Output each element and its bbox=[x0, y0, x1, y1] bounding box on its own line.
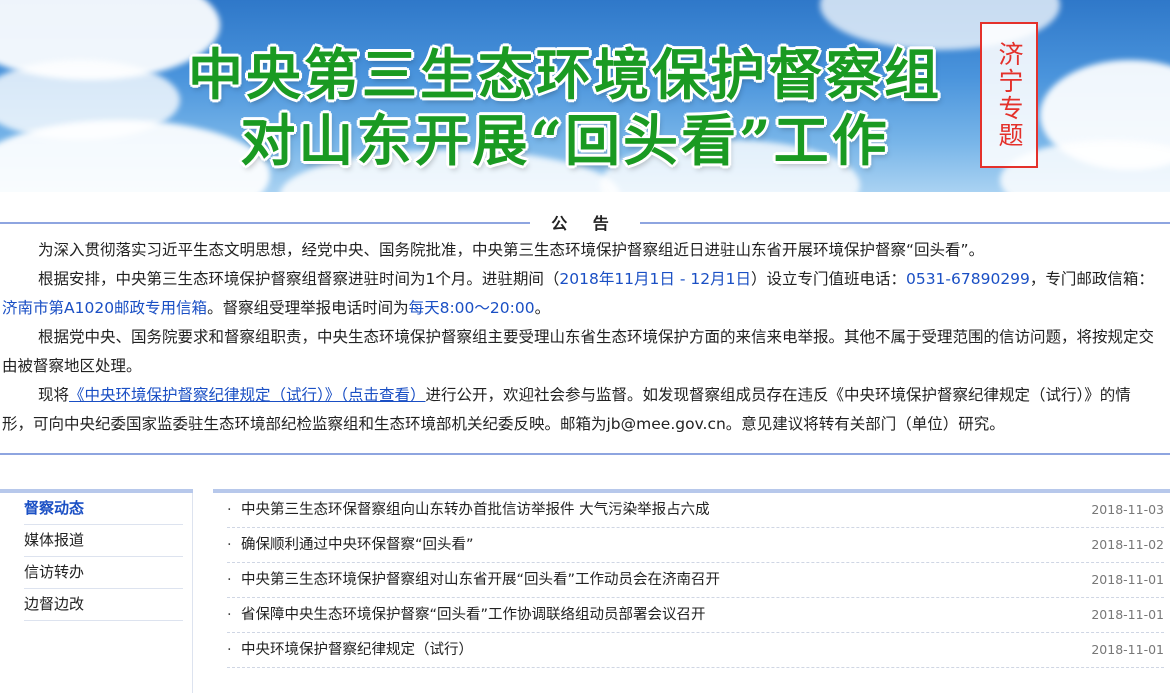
news-date: 2018-11-01 bbox=[1091, 642, 1164, 657]
news-date: 2018-11-01 bbox=[1091, 607, 1164, 622]
news-title[interactable]: 中央环境保护督察纪律规定（试行） bbox=[241, 642, 473, 658]
news-date: 2018-11-01 bbox=[1091, 572, 1164, 587]
notice-text: ，专门邮政信箱： bbox=[1029, 270, 1154, 288]
sidebar-border bbox=[192, 493, 193, 693]
notice-text: 。督察组受理举报电话时间为 bbox=[207, 299, 409, 317]
notice-text: 。 bbox=[534, 299, 551, 317]
news-list: · 中央第三生态环保督察组向山东转办首批信访举报件 大气污染举报占六成 2018-… bbox=[213, 489, 1170, 668]
news-item[interactable]: · 中央第三生态环保督察组向山东转办首批信访举报件 大气污染举报占六成 2018-… bbox=[227, 493, 1164, 528]
notice-text: ）设立专门值班电话： bbox=[750, 270, 906, 288]
notice-paragraph-4: 现将《中央环境保护督察纪律规定（试行）》（点击查看）进行公开，欢迎社会参与监督。… bbox=[2, 381, 1158, 439]
notice-paragraph-2: 根据安排，中央第三生态环境保护督察组督察进驻时间为1个月。进驻期间（2018年1… bbox=[2, 265, 1158, 323]
news-item[interactable]: · 省保障中央生态环境保护督察“回头看”工作协调联络组动员部署会议召开 2018-… bbox=[227, 598, 1164, 633]
sidebar-item-media-reports[interactable]: 媒体报道 bbox=[24, 525, 183, 557]
header-banner: 中央第三生态环境保护督察组 对山东开展“回头看”工作 济宁专题 bbox=[0, 0, 1170, 192]
sidebar-item-inspection-news[interactable]: 督察动态 bbox=[24, 493, 183, 525]
bullet-icon: · bbox=[227, 572, 232, 588]
notice-paragraph-3: 根据党中央、国务院要求和督察组职责，中央生态环境保护督察组主要受理山东省生态环境… bbox=[2, 328, 1155, 375]
bullet-icon: · bbox=[227, 607, 232, 623]
bullet-icon: · bbox=[227, 642, 232, 658]
news-date: 2018-11-03 bbox=[1091, 502, 1164, 517]
bullet-icon: · bbox=[227, 502, 232, 518]
divider bbox=[0, 453, 1170, 455]
news-item[interactable]: · 中央环境保护督察纪律规定（试行） 2018-11-01 bbox=[227, 633, 1164, 668]
news-title[interactable]: 中央第三生态环保督察组向山东转办首批信访举报件 大气污染举报占六成 bbox=[241, 502, 710, 518]
notice-body: 为深入贯彻落实习近平生态文明思想，经党中央、国务院批准，中央第三生态环境保护督察… bbox=[0, 236, 1170, 439]
bullet-icon: · bbox=[227, 537, 232, 553]
divider bbox=[640, 222, 1170, 224]
sidebar-item-petition-transfer[interactable]: 信访转办 bbox=[24, 557, 183, 589]
news-title[interactable]: 确保顺利通过中央环保督察“回头看” bbox=[241, 537, 474, 553]
stamp-label: 济宁专题 bbox=[995, 41, 1024, 149]
sidebar-item-rectification[interactable]: 边督边改 bbox=[24, 589, 183, 621]
notice-heading-bar: 公 告 bbox=[0, 208, 1170, 236]
news-title[interactable]: 省保障中央生态环境保护督察“回头看”工作协调联络组动员部署会议召开 bbox=[241, 607, 706, 623]
postal-mailbox: 济南市第A1020邮政专用信箱 bbox=[2, 299, 208, 317]
notice-text: 现将 bbox=[38, 386, 70, 404]
hotline-hours: 每天8:00～20:00 bbox=[408, 299, 535, 317]
notice-title: 公 告 bbox=[551, 214, 619, 233]
divider bbox=[0, 222, 530, 224]
discipline-rules-link[interactable]: 《中央环境保护督察纪律规定（试行）》（点击查看） bbox=[69, 386, 426, 404]
sidebar-nav: 督察动态 媒体报道 信访转办 边督边改 bbox=[0, 489, 193, 693]
inspection-period: 2018年11月1日 - 12月1日 bbox=[559, 270, 751, 288]
jining-special-stamp[interactable]: 济宁专题 bbox=[980, 22, 1038, 168]
banner-title-line2: 对山东开展“回头看”工作 bbox=[240, 108, 890, 173]
hotline-phone: 0531-67890299 bbox=[905, 270, 1030, 288]
news-item[interactable]: · 中央第三生态环境保护督察组对山东省开展“回头看”工作动员会在济南召开 2018… bbox=[227, 563, 1164, 598]
notice-paragraph-1: 为深入贯彻落实习近平生态文明思想，经党中央、国务院批准，中央第三生态环境保护督察… bbox=[38, 241, 985, 259]
news-date: 2018-11-02 bbox=[1091, 537, 1164, 552]
news-title[interactable]: 中央第三生态环境保护督察组对山东省开展“回头看”工作动员会在济南召开 bbox=[241, 572, 720, 588]
notice-text: 根据安排，中央第三生态环境保护督察组督察进驻时间为1个月。进驻期间（ bbox=[38, 270, 560, 288]
news-item[interactable]: · 确保顺利通过中央环保督察“回头看” 2018-11-02 bbox=[227, 528, 1164, 563]
